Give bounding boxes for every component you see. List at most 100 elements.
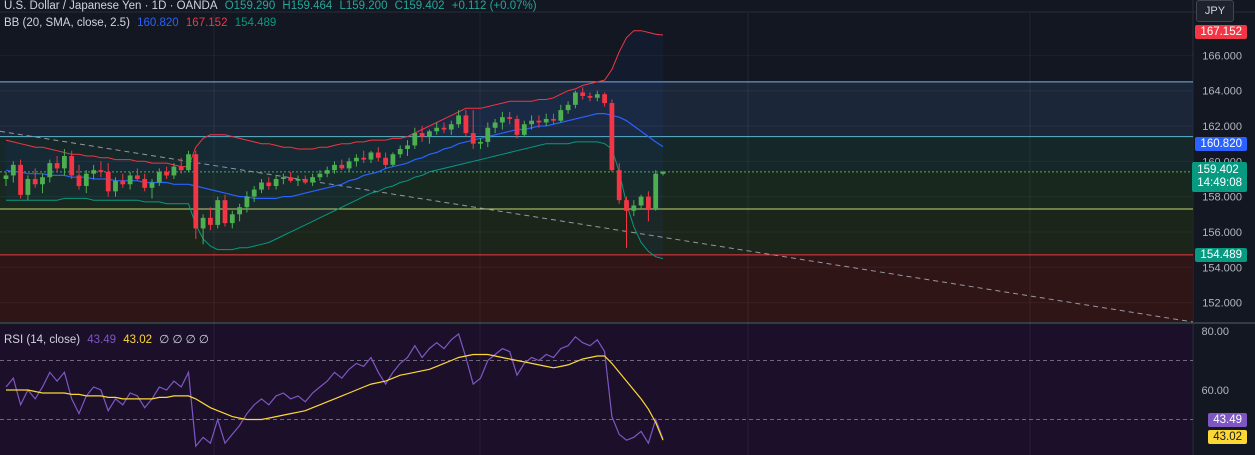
candle: [609, 99, 615, 172]
candle-body: [521, 124, 527, 135]
candle-body: [332, 164, 337, 171]
candle-body: [587, 95, 593, 98]
bb-upper-value: 167.152: [185, 17, 228, 29]
candle-body: [397, 148, 403, 155]
price-tick-label: 164.000: [1202, 86, 1242, 98]
rsi-ma-value: 43.02: [123, 334, 153, 346]
candle-body: [346, 161, 352, 169]
candle-body: [98, 170, 104, 172]
bar-countdown: 14:49:08: [1197, 177, 1242, 189]
currency-button[interactable]: JPY: [1196, 0, 1234, 22]
candle-body: [573, 92, 578, 105]
candle-body: [470, 133, 476, 144]
candle-body: [602, 94, 607, 104]
candle-body: [273, 178, 279, 187]
rsi-legend[interactable]: RSI (14, close) 43.49 43.02 ∅ ∅ ∅ ∅: [4, 332, 213, 346]
last-price-badge: 159.402 14:49:08: [1192, 162, 1247, 192]
rsi-badge: 43.49: [1208, 413, 1247, 427]
candle-body: [646, 196, 651, 209]
candle-body: [91, 170, 96, 174]
ohlc-high: H159.464: [282, 0, 333, 12]
candle-body: [565, 104, 571, 111]
candle-body: [69, 156, 75, 176]
candle-body: [434, 127, 440, 132]
price-tick-label: 154.000: [1202, 262, 1242, 274]
candle-body: [543, 118, 549, 123]
rsi-label: RSI (14, close): [4, 334, 81, 346]
rsi-value: 43.49: [87, 334, 117, 346]
candle-body: [529, 120, 534, 125]
candle-body: [10, 164, 16, 176]
bb-lower-value: 154.489: [234, 17, 277, 29]
bb-legend[interactable]: BB (20, SMA, close, 2.5) 160.820 167.152…: [4, 17, 280, 29]
candle-body: [631, 205, 637, 211]
candle-body: [149, 182, 155, 188]
candle-body: [324, 170, 330, 174]
rsi-tick-label: 80.00: [1201, 326, 1229, 338]
ohlc-close: C159.402: [394, 0, 445, 12]
candle-body: [3, 175, 9, 179]
candle-body: [616, 170, 622, 201]
price-tick-label: 152.000: [1202, 298, 1242, 310]
candle-body: [288, 177, 294, 181]
candle-body: [368, 152, 374, 160]
price-change: +0.112 (+0.07%): [451, 0, 537, 12]
candle-body: [485, 127, 491, 142]
candle-body: [244, 196, 250, 208]
candle-body: [551, 118, 556, 121]
candle-body: [463, 115, 469, 134]
candle-body: [478, 141, 483, 144]
candle-body: [171, 166, 177, 176]
candle-body: [186, 154, 191, 171]
candle-body: [259, 182, 264, 190]
candle-body: [135, 175, 140, 179]
candle-body: [500, 117, 505, 123]
candle-body: [580, 92, 586, 96]
last-price: 159.402: [1197, 164, 1239, 176]
symbol-title: U.S. Dollar / Japanese Yen · 1D · OANDA: [4, 0, 218, 12]
zone-band: [0, 254, 1193, 322]
candle-body: [120, 180, 126, 185]
candle-body: [32, 178, 38, 185]
bb-lower-badge: 154.489: [1195, 248, 1247, 262]
candle-body: [536, 120, 542, 123]
ohlc-low: L159.200: [339, 0, 388, 12]
rsi-tick-label: 60.00: [1201, 385, 1229, 397]
candle-body: [427, 131, 432, 137]
candle-body: [251, 189, 257, 197]
candle-body: [25, 178, 31, 195]
chart-canvas[interactable]: 166.000164.000162.000160.000158.000156.0…: [0, 0, 1255, 455]
candle-body: [310, 177, 315, 183]
candle-body: [76, 175, 82, 187]
candle-body: [18, 164, 23, 195]
candle-body: [47, 163, 53, 178]
candle-body: [412, 133, 418, 146]
price-tick-label: 166.000: [1202, 50, 1242, 62]
candle-body: [383, 157, 388, 165]
candle-body: [281, 177, 286, 179]
bb-label: BB (20, SMA, close, 2.5): [4, 17, 130, 29]
candle-body: [222, 200, 228, 224]
candle-body: [215, 200, 221, 225]
candle-body: [660, 171, 666, 174]
candle-body: [156, 171, 162, 183]
bb-upper-badge: 167.152: [1195, 25, 1247, 39]
candle-body: [419, 133, 425, 137]
rsi-extras: ∅ ∅ ∅ ∅: [159, 334, 209, 346]
candle-body: [594, 94, 600, 98]
bb-basis-value: 160.820: [137, 17, 179, 29]
candle: [18, 159, 23, 199]
candle: [215, 196, 221, 229]
candle-body: [354, 157, 359, 162]
candle-body: [62, 156, 67, 169]
candle-body: [54, 163, 60, 169]
price-tick-label: 158.000: [1202, 192, 1242, 204]
candle-body: [127, 175, 133, 185]
candle-body: [638, 196, 644, 206]
candle-body: [164, 171, 169, 176]
candle-body: [448, 124, 454, 130]
candle-body: [200, 217, 206, 229]
candle-body: [441, 127, 447, 130]
symbol-legend[interactable]: U.S. Dollar / Japanese Yen · 1D · OANDA …: [4, 0, 541, 12]
rsi-ma-badge: 43.02: [1208, 430, 1247, 444]
